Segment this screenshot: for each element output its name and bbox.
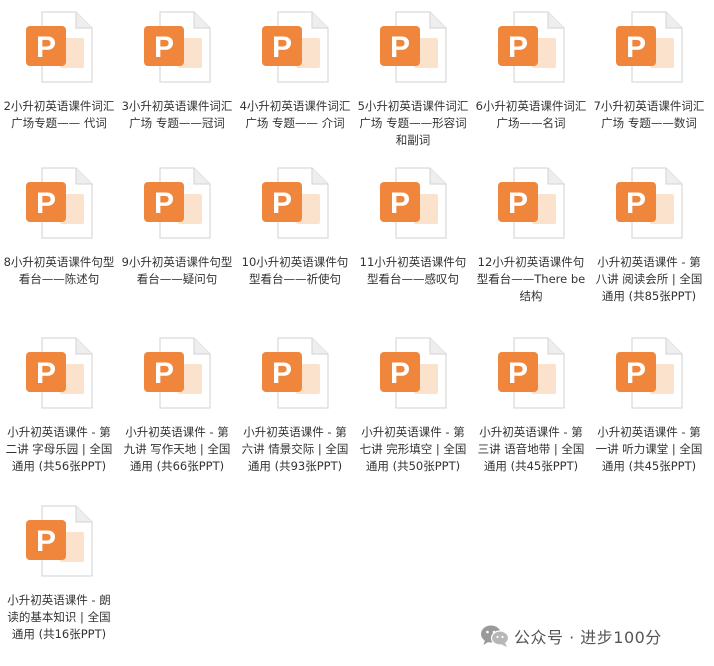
file-name: 小升初英语课件 - 第一讲 听力课堂 | 全国通用 (共45张PPT) xyxy=(595,425,703,473)
file-name: 小升初英语课件 - 第七讲 完形填空 | 全国通用 (共50张PPT) xyxy=(359,425,467,473)
file-name: 7小升初英语课件词汇广场 专题——数词 xyxy=(593,99,705,130)
powerpoint-file-icon: P xyxy=(492,164,570,242)
svg-text:P: P xyxy=(154,187,174,220)
file-item[interactable]: P 12小升初英语课件句型看台——There be结构 xyxy=(472,164,590,304)
file-grid: P 2小升初英语课件词汇广场专题—— 代词 P 3小升初英语课件词汇广场 专题—… xyxy=(0,0,714,666)
powerpoint-file-icon: P xyxy=(138,8,216,86)
svg-text:P: P xyxy=(154,357,174,390)
svg-text:P: P xyxy=(390,31,410,64)
file-name: 8小升初英语课件句型看台——陈述句 xyxy=(3,255,115,286)
powerpoint-file-icon: P xyxy=(610,8,688,86)
powerpoint-file-icon: P xyxy=(20,8,98,86)
file-name: 小升初英语课件 - 第九讲 写作天地 | 全国通用 (共66张PPT) xyxy=(123,425,231,473)
file-name: 12小升初英语课件句型看台——There be结构 xyxy=(476,255,586,303)
powerpoint-file-icon: P xyxy=(256,334,334,412)
file-item[interactable]: P 2小升初英语课件词汇广场专题—— 代词 xyxy=(0,8,118,132)
svg-text:P: P xyxy=(390,357,410,390)
powerpoint-file-icon: P xyxy=(138,164,216,242)
file-name: 小升初英语课件 - 第六讲 情景交际 | 全国通用 (共93张PPT) xyxy=(241,425,349,473)
svg-text:P: P xyxy=(272,31,292,64)
file-item[interactable]: P 小升初英语课件 - 朗读的基本知识 | 全国通用 (共16张PPT) xyxy=(0,502,118,642)
file-name: 9小升初英语课件句型看台——疑问句 xyxy=(121,255,233,286)
powerpoint-file-icon: P xyxy=(256,8,334,86)
svg-text:P: P xyxy=(508,357,528,390)
svg-text:P: P xyxy=(626,31,646,64)
powerpoint-file-icon: P xyxy=(374,8,452,86)
file-name: 11小升初英语课件句型看台——感叹句 xyxy=(359,255,467,286)
file-name: 小升初英语课件 - 第二讲 字母乐园 | 全国通用 (共56张PPT) xyxy=(5,425,113,473)
file-name: 小升初英语课件 - 朗读的基本知识 | 全国通用 (共16张PPT) xyxy=(7,593,111,641)
file-item[interactable]: P 小升初英语课件 - 第六讲 情景交际 | 全国通用 (共93张PPT) xyxy=(236,334,354,474)
file-item[interactable]: P 10小升初英语课件句型看台——祈使句 xyxy=(236,164,354,288)
watermark: 公众号 · 进步100分 xyxy=(480,622,662,650)
file-item[interactable]: P 小升初英语课件 - 第三讲 语音地带 | 全国通用 (共45张PPT) xyxy=(472,334,590,474)
file-item[interactable]: P 7小升初英语课件词汇广场 专题——数词 xyxy=(590,8,708,132)
file-item[interactable]: P 5小升初英语课件词汇广场 专题——形容词和副词 xyxy=(354,8,472,148)
file-name: 2小升初英语课件词汇广场专题—— 代词 xyxy=(3,99,115,130)
file-item[interactable]: P 4小升初英语课件词汇广场 专题—— 介词 xyxy=(236,8,354,132)
svg-text:P: P xyxy=(272,357,292,390)
svg-text:P: P xyxy=(390,187,410,220)
powerpoint-file-icon: P xyxy=(374,334,452,412)
svg-text:P: P xyxy=(508,187,528,220)
powerpoint-file-icon: P xyxy=(492,8,570,86)
svg-text:P: P xyxy=(36,525,56,558)
svg-text:P: P xyxy=(36,31,56,64)
svg-text:P: P xyxy=(508,31,528,64)
file-name: 小升初英语课件 - 第八讲 阅读会所 | 全国通用 (共85张PPT) xyxy=(595,255,703,303)
powerpoint-file-icon: P xyxy=(20,502,98,580)
powerpoint-file-icon: P xyxy=(20,334,98,412)
file-name: 6小升初英语课件词汇广场——名词 xyxy=(475,99,587,130)
powerpoint-file-icon: P xyxy=(610,164,688,242)
wechat-icon xyxy=(480,624,510,648)
svg-text:P: P xyxy=(626,357,646,390)
svg-text:P: P xyxy=(272,187,292,220)
file-name: 10小升初英语课件句型看台——祈使句 xyxy=(241,255,349,286)
watermark-text: 公众号 · 进步100分 xyxy=(514,628,662,647)
powerpoint-file-icon: P xyxy=(138,334,216,412)
file-item[interactable]: P 小升初英语课件 - 第二讲 字母乐园 | 全国通用 (共56张PPT) xyxy=(0,334,118,474)
file-item[interactable]: P 小升初英语课件 - 第八讲 阅读会所 | 全国通用 (共85张PPT) xyxy=(590,164,708,304)
file-item[interactable]: P 6小升初英语课件词汇广场——名词 xyxy=(472,8,590,132)
file-name: 5小升初英语课件词汇广场 专题——形容词和副词 xyxy=(357,99,469,147)
powerpoint-file-icon: P xyxy=(20,164,98,242)
file-name: 3小升初英语课件词汇广场 专题——冠词 xyxy=(121,99,233,130)
file-name: 4小升初英语课件词汇广场 专题—— 介词 xyxy=(239,99,351,130)
file-item[interactable]: P 小升初英语课件 - 第九讲 写作天地 | 全国通用 (共66张PPT) xyxy=(118,334,236,474)
powerpoint-file-icon: P xyxy=(374,164,452,242)
svg-text:P: P xyxy=(154,31,174,64)
file-item[interactable]: P 小升初英语课件 - 第一讲 听力课堂 | 全国通用 (共45张PPT) xyxy=(590,334,708,474)
powerpoint-file-icon: P xyxy=(610,334,688,412)
file-item[interactable]: P 8小升初英语课件句型看台——陈述句 xyxy=(0,164,118,288)
file-item[interactable]: P 9小升初英语课件句型看台——疑问句 xyxy=(118,164,236,288)
file-item[interactable]: P 11小升初英语课件句型看台——感叹句 xyxy=(354,164,472,288)
file-item[interactable]: P 小升初英语课件 - 第七讲 完形填空 | 全国通用 (共50张PPT) xyxy=(354,334,472,474)
powerpoint-file-icon: P xyxy=(256,164,334,242)
svg-text:P: P xyxy=(36,357,56,390)
file-name: 小升初英语课件 - 第三讲 语音地带 | 全国通用 (共45张PPT) xyxy=(477,425,585,473)
powerpoint-file-icon: P xyxy=(492,334,570,412)
svg-text:P: P xyxy=(626,187,646,220)
file-item[interactable]: P 3小升初英语课件词汇广场 专题——冠词 xyxy=(118,8,236,132)
svg-text:P: P xyxy=(36,187,56,220)
